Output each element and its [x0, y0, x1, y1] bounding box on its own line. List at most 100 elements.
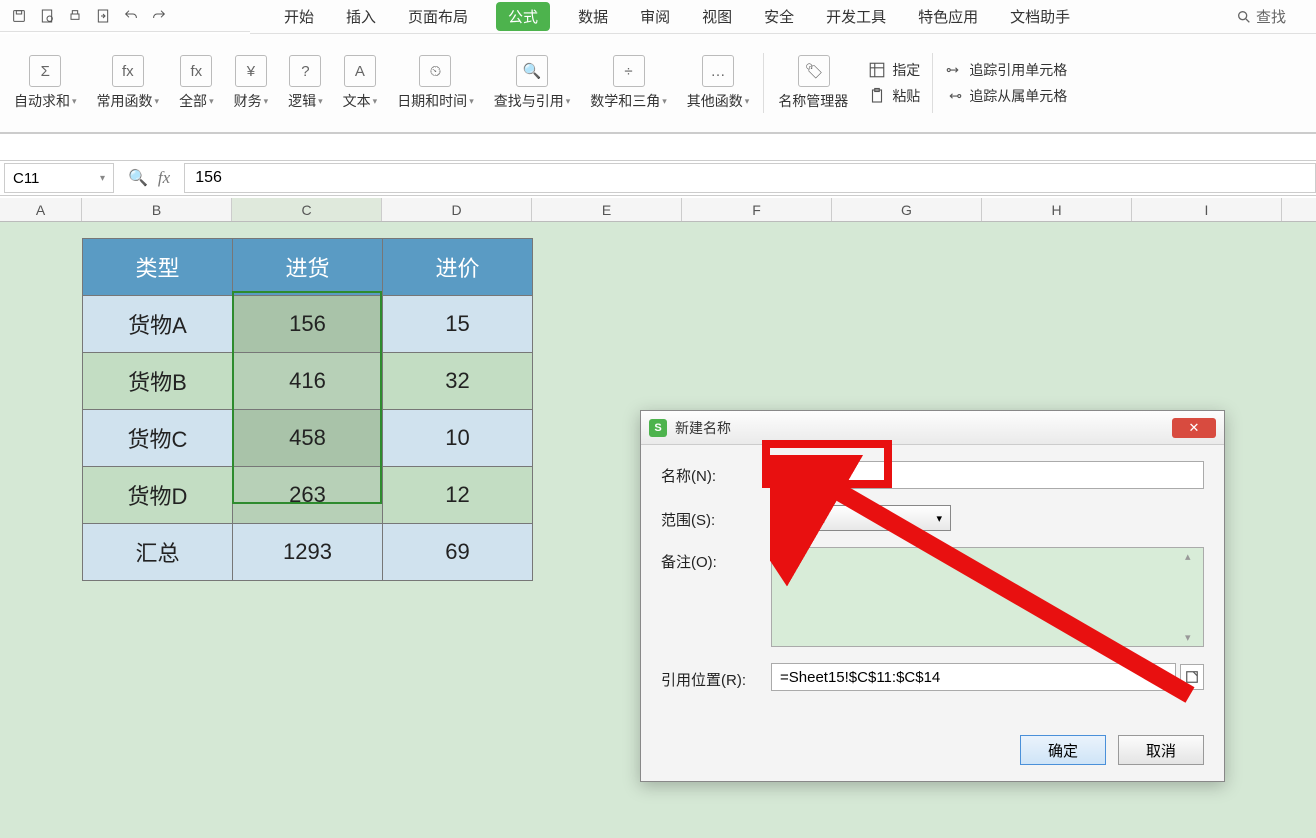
col-D[interactable]: D	[382, 198, 532, 221]
ribbon-trace-precedents[interactable]: 追踪引用单元格	[945, 60, 1067, 80]
ribbon-name-side: 指定 粘贴	[860, 60, 928, 106]
save-icon[interactable]	[8, 5, 30, 27]
yen-icon: ¥	[235, 55, 267, 87]
undo-icon[interactable]	[120, 5, 142, 27]
cell[interactable]: 69	[383, 524, 533, 581]
cell[interactable]: 12	[383, 467, 533, 524]
print-preview-icon[interactable]	[36, 5, 58, 27]
cell[interactable]: 货物A	[83, 296, 233, 353]
data-table-wrap: 类型 进货 进价 货物A 156 15 货物B 416 32 货物C 458 1…	[82, 238, 533, 581]
ribbon: Σ自动求和 fx常用函数 fx全部 ¥财务 ?逻辑 A文本 ⏲日期和时间 🔍查找…	[0, 34, 1316, 134]
cell[interactable]: 15	[383, 296, 533, 353]
formula-bar: C11 🔍 fx	[0, 160, 1316, 196]
cell[interactable]: 156	[233, 296, 383, 353]
separator	[763, 53, 764, 113]
col-H[interactable]: H	[982, 198, 1132, 221]
cell[interactable]: 货物C	[83, 410, 233, 467]
menu-devtools[interactable]: 开发工具	[822, 0, 890, 33]
col-I[interactable]: I	[1132, 198, 1282, 221]
col-G[interactable]: G	[832, 198, 982, 221]
ribbon-math[interactable]: ÷数学和三角	[580, 55, 677, 111]
new-name-dialog: S 新建名称 ✕ 名称(N): 范围(S): 工作簿 备注(O): ▴▾ 引用位…	[640, 410, 1225, 782]
dialog-titlebar[interactable]: S 新建名称 ✕	[641, 411, 1224, 445]
search-label: 查找	[1256, 6, 1286, 27]
export-icon[interactable]	[92, 5, 114, 27]
redo-icon[interactable]	[148, 5, 170, 27]
ribbon-define[interactable]: 指定	[868, 60, 920, 80]
dialog-body: 名称(N): 范围(S): 工作簿 备注(O): ▴▾ 引用位置(R):	[641, 445, 1224, 723]
menu-data[interactable]: 数据	[574, 0, 612, 33]
menu-formula[interactable]: 公式	[496, 2, 550, 31]
cell[interactable]: 货物D	[83, 467, 233, 524]
tag-icon: 🏷	[798, 55, 830, 87]
ribbon-trace-side: 追踪引用单元格 追踪从属单元格	[937, 60, 1075, 106]
fx-button[interactable]: fx	[158, 168, 170, 188]
menu-page-layout[interactable]: 页面布局	[404, 0, 472, 33]
menu-start[interactable]: 开始	[280, 0, 318, 33]
ribbon-name-manager[interactable]: 🏷名称管理器	[768, 55, 860, 111]
fx-icon: fx	[112, 55, 144, 87]
comment-label: 备注(O):	[661, 547, 771, 572]
column-headers: A B C D E F G H I	[0, 198, 1316, 222]
cancel-button[interactable]: 取消	[1118, 735, 1204, 765]
menu-doc-helper[interactable]: 文档助手	[1006, 0, 1074, 33]
cell[interactable]: 10	[383, 410, 533, 467]
cell[interactable]: 458	[233, 410, 383, 467]
table-row: 货物D 263 12	[83, 467, 533, 524]
ref-picker-button[interactable]	[1180, 664, 1204, 690]
table-row: 货物A 156 15	[83, 296, 533, 353]
print-icon[interactable]	[64, 5, 86, 27]
col-A[interactable]: A	[0, 198, 82, 221]
more-icon: …	[702, 55, 734, 87]
col-F[interactable]: F	[682, 198, 832, 221]
col-E[interactable]: E	[532, 198, 682, 221]
ribbon-other-fn[interactable]: …其他函数	[677, 55, 760, 111]
scope-select[interactable]: 工作簿	[771, 505, 951, 531]
th-type[interactable]: 类型	[83, 239, 233, 296]
th-stock[interactable]: 进货	[233, 239, 383, 296]
ribbon-trace-dependents[interactable]: 追踪从属单元格	[945, 86, 1067, 106]
menu-review[interactable]: 审阅	[636, 0, 674, 33]
name-box[interactable]: C11	[4, 163, 114, 193]
ribbon-logic[interactable]: ?逻辑	[278, 55, 333, 111]
formula-input[interactable]	[184, 163, 1316, 193]
table-row: 汇总 1293 69	[83, 524, 533, 581]
ribbon-paste[interactable]: 粘贴	[868, 86, 920, 106]
zoom-icon[interactable]: 🔍	[128, 168, 148, 188]
ribbon-finance[interactable]: ¥财务	[224, 55, 279, 111]
menu-special[interactable]: 特色应用	[914, 0, 982, 33]
cell[interactable]: 1293	[233, 524, 383, 581]
ribbon-lookup[interactable]: 🔍查找与引用	[484, 55, 581, 111]
app-icon: S	[649, 419, 667, 437]
menu-search[interactable]: 查找	[1236, 6, 1286, 27]
question-icon: ?	[289, 55, 321, 87]
ribbon-common-fn[interactable]: fx常用函数	[87, 55, 170, 111]
sigma-icon: Σ	[29, 55, 61, 87]
ref-input[interactable]	[771, 663, 1176, 691]
menu-insert[interactable]: 插入	[342, 0, 380, 33]
cell[interactable]: 32	[383, 353, 533, 410]
cell[interactable]: 汇总	[83, 524, 233, 581]
comment-textarea[interactable]: ▴▾	[771, 547, 1204, 647]
table-row: 货物B 416 32	[83, 353, 533, 410]
cell[interactable]: 263	[233, 467, 383, 524]
th-price[interactable]: 进价	[383, 239, 533, 296]
menu-view[interactable]: 视图	[698, 0, 736, 33]
cell[interactable]: 416	[233, 353, 383, 410]
name-input[interactable]	[771, 461, 1204, 489]
col-C[interactable]: C	[232, 198, 382, 221]
close-button[interactable]: ✕	[1172, 418, 1216, 438]
dialog-footer: 确定 取消	[641, 723, 1224, 781]
ribbon-text[interactable]: A文本	[333, 55, 388, 111]
cell[interactable]: 货物B	[83, 353, 233, 410]
col-B[interactable]: B	[82, 198, 232, 221]
ribbon-all[interactable]: fx全部	[169, 55, 224, 111]
clock-icon: ⏲	[419, 55, 451, 87]
fx-icon: fx	[180, 55, 212, 87]
ribbon-autosum[interactable]: Σ自动求和	[4, 55, 87, 111]
ok-button[interactable]: 确定	[1020, 735, 1106, 765]
menu-security[interactable]: 安全	[760, 0, 798, 33]
header-row: 类型 进货 进价	[83, 239, 533, 296]
ribbon-datetime[interactable]: ⏲日期和时间	[387, 55, 484, 111]
menu-bar: 开始 插入 页面布局 公式 数据 审阅 视图 安全 开发工具 特色应用 文档助手…	[250, 0, 1316, 34]
